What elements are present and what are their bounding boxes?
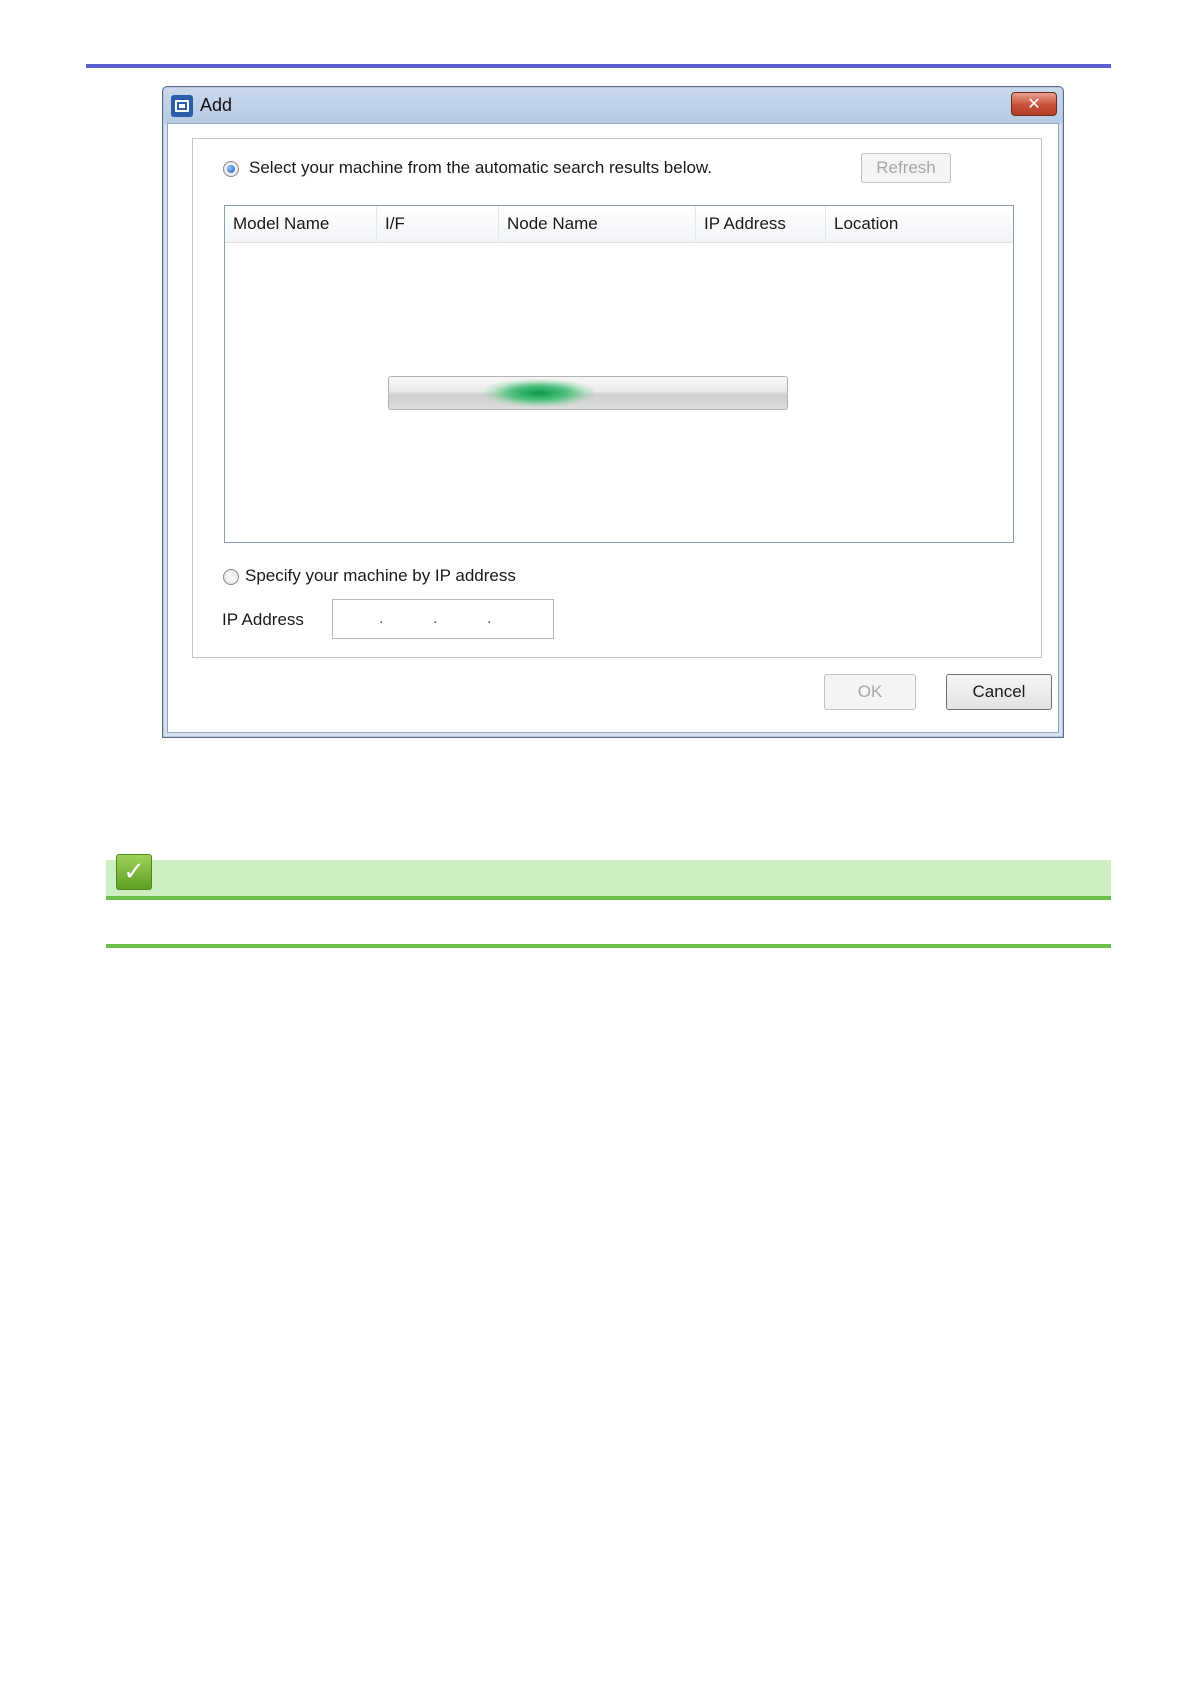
search-results-list[interactable]: Model Name I/F Node Name IP Address Loca… xyxy=(224,205,1014,543)
dialog-client-area: Select your machine from the automatic s… xyxy=(167,123,1059,733)
machine-selection-group: Select your machine from the automatic s… xyxy=(192,138,1042,658)
note-bottom-rule xyxy=(106,944,1111,948)
column-interface[interactable]: I/F xyxy=(377,206,499,242)
ip-separator: . xyxy=(379,610,384,627)
refresh-button[interactable]: Refresh xyxy=(861,153,951,183)
app-window-icon xyxy=(171,95,193,117)
manual-ip-radio[interactable] xyxy=(223,569,239,585)
close-button[interactable]: ✕ xyxy=(1011,92,1057,116)
page-top-rule xyxy=(86,64,1111,68)
dialog-title: Add xyxy=(200,95,233,115)
ip-separator: . xyxy=(487,610,492,627)
column-model-name[interactable]: Model Name xyxy=(225,206,377,242)
auto-search-radio-label[interactable]: Select your machine from the automatic s… xyxy=(249,158,712,178)
progress-indicator xyxy=(484,379,594,407)
ip-separator: . xyxy=(433,610,438,627)
auto-search-radio[interactable] xyxy=(223,161,239,177)
close-icon: ✕ xyxy=(1027,94,1041,113)
manual-ip-radio-label[interactable]: Specify your machine by IP address xyxy=(245,566,516,586)
title-bar[interactable]: Add ✕ xyxy=(164,88,1062,124)
column-location[interactable]: Location xyxy=(826,206,1013,242)
ip-address-label: IP Address xyxy=(222,610,304,629)
column-node-name[interactable]: Node Name xyxy=(499,206,696,242)
note-header-band: ✓ xyxy=(106,854,1111,900)
ok-button[interactable]: OK xyxy=(824,674,916,710)
column-ip-address[interactable]: IP Address xyxy=(696,206,826,242)
list-header: Model Name I/F Node Name IP Address Loca… xyxy=(225,206,1013,243)
search-progress-bar xyxy=(388,376,788,410)
ip-address-input[interactable]: . . . xyxy=(332,599,554,639)
check-icon: ✓ xyxy=(116,854,152,890)
cancel-button[interactable]: Cancel xyxy=(946,674,1052,710)
add-dialog: Add ✕ Select your machine from the autom… xyxy=(162,86,1064,738)
